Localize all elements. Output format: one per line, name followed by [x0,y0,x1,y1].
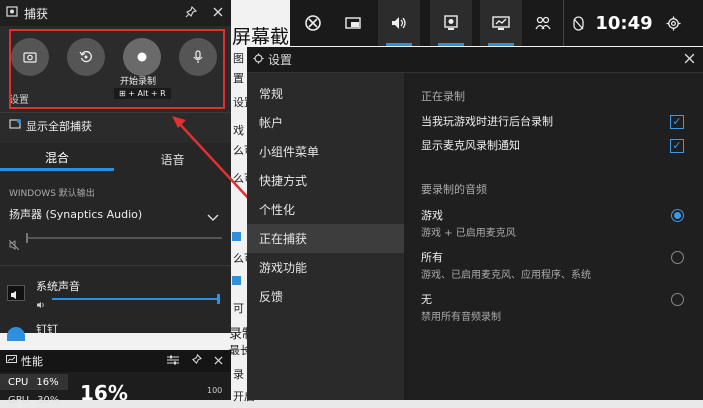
audio-option-game-radio[interactable] [671,209,684,222]
nav-item-account[interactable]: 帐户 [247,108,404,137]
audio-option-game-label: 游戏 [421,209,443,222]
audio-option-all-desc: 游戏、已启用麦克风、应用程序、系统 [421,270,591,281]
settings-panel: 设置 常规 帐户 小组件菜单 快捷方式 个性化 正在捕获 游戏功能 反馈 正在录… [247,47,703,400]
nav-item-gaming-features[interactable]: 游戏功能 [247,253,404,282]
audio-option-none-radio[interactable] [671,293,684,306]
nav-item-personalization[interactable]: 个性化 [247,195,404,224]
mic-notify-label: 显示麦克风录制通知 [421,139,520,152]
settings-title: 设置 [268,53,293,67]
section-recording-heading: 正在录制 [421,90,465,103]
settings-nav: 常规 帐户 小组件菜单 快捷方式 个性化 正在捕获 游戏功能 反馈 [247,73,404,400]
settings-gear-icon [253,52,264,67]
nav-item-widget-menu[interactable]: 小组件菜单 [247,137,404,166]
nav-item-shortcuts[interactable]: 快捷方式 [247,166,404,195]
nav-item-capturing[interactable]: 正在捕获 [247,224,404,253]
background-recording-label: 当我玩游戏时进行后台录制 [421,115,553,128]
settings-header: 设置 [247,47,703,73]
audio-option-game-desc: 游戏 + 已启用麦克风 [421,228,516,239]
close-icon[interactable] [684,53,695,67]
audio-option-none-desc: 禁用所有音频录制 [421,312,501,323]
mic-notify-checkbox[interactable]: ✓ [670,139,684,153]
audio-option-all-radio[interactable] [671,251,684,264]
settings-content: 正在录制 当我玩游戏时进行后台录制 ✓ 显示麦克风录制通知 ✓ 要录制的音频 游… [405,73,703,400]
section-audio-heading: 要录制的音频 [421,183,487,196]
nav-item-general[interactable]: 常规 [247,79,404,108]
background-recording-checkbox[interactable]: ✓ [670,115,684,129]
nav-item-feedback[interactable]: 反馈 [247,282,404,311]
audio-option-all-label: 所有 [421,251,443,264]
audio-option-none-label: 无 [421,293,432,306]
